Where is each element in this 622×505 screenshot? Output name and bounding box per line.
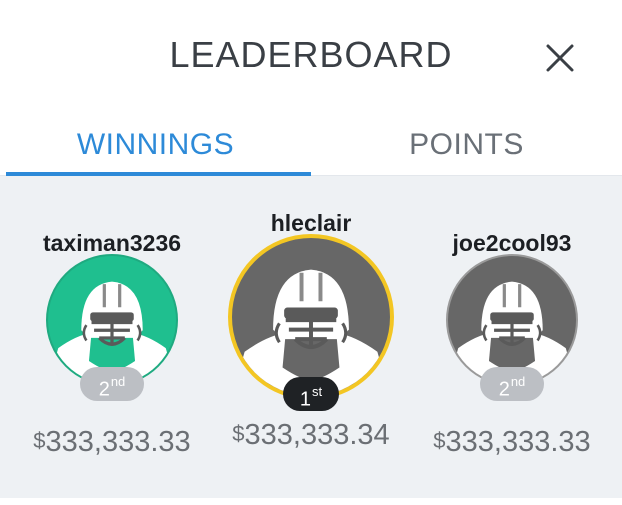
rank-badge: 2nd xyxy=(480,367,544,401)
tab-bar: WINNINGS POINTS xyxy=(0,112,622,178)
player-avatar-container: 2nd xyxy=(446,254,578,401)
rank-badge: 2nd xyxy=(80,367,144,401)
tab-points[interactable]: POINTS xyxy=(311,128,622,168)
player-winnings: $333,333.33 xyxy=(433,426,591,458)
player-username: joe2cool93 xyxy=(452,230,572,256)
football-player-avatar-icon xyxy=(228,234,394,400)
player-avatar-container: 1st xyxy=(228,234,394,411)
page-title: LEADERBOARD xyxy=(169,34,453,75)
leaderboard-podium: taximan3236 2nd $333,333.33 hleclair 1st… xyxy=(0,176,622,505)
close-icon[interactable] xyxy=(540,38,580,78)
panel-bottom-edge xyxy=(0,498,622,505)
player-username: hleclair xyxy=(270,210,352,236)
player-winnings: $333,333.33 xyxy=(33,426,191,458)
player-username: taximan3236 xyxy=(42,230,182,256)
player-avatar-container: 2nd xyxy=(46,254,178,401)
rank-badge-first: 1st xyxy=(283,377,339,411)
tab-winnings[interactable]: WINNINGS xyxy=(0,128,311,168)
player-winnings: $333,333.34 xyxy=(232,419,390,451)
header: LEADERBOARD xyxy=(0,0,622,112)
